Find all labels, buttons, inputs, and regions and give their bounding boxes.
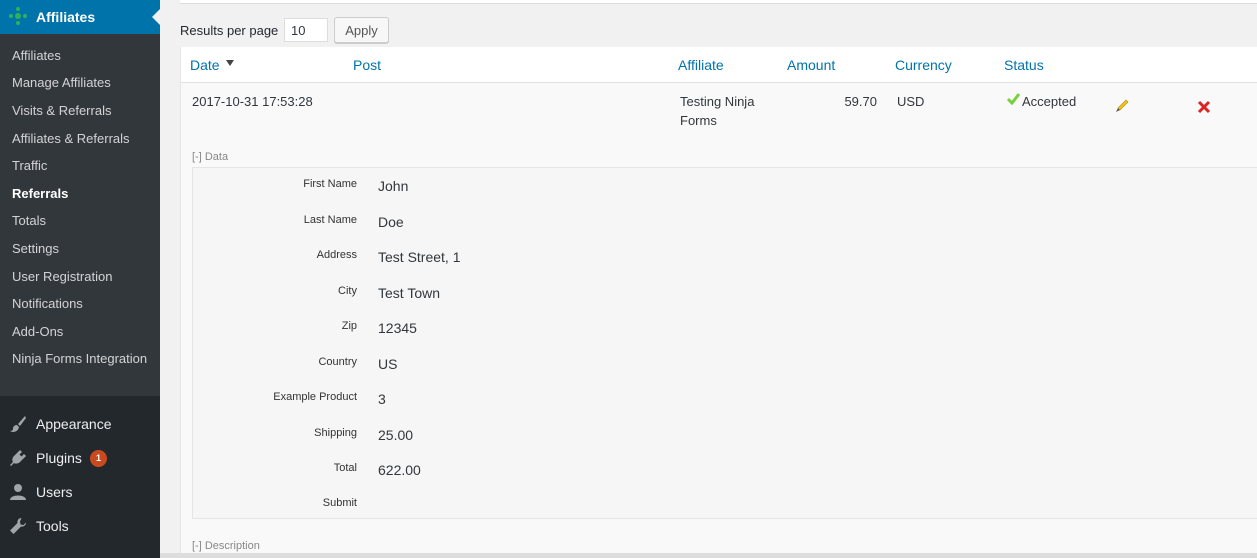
delete-icon[interactable] <box>1197 100 1211 114</box>
data-label-city: City <box>338 285 357 297</box>
sidebar-item-affiliates-header[interactable]: Affiliates <box>0 0 160 34</box>
data-value-example-product: 3 <box>378 391 386 407</box>
data-label-first-name: First Name <box>303 178 357 190</box>
active-indicator <box>152 9 160 25</box>
submenu-item-add-ons[interactable]: Add-Ons <box>12 324 152 340</box>
sidebar-item-label: Appearance <box>36 416 112 432</box>
data-value-zip: 12345 <box>378 320 417 336</box>
description-toggle-link[interactable]: [-] Description <box>192 540 260 552</box>
submenu-item-traffic[interactable]: Traffic <box>12 158 152 174</box>
cell-currency: USD <box>897 94 925 109</box>
column-header-affiliate[interactable]: Affiliate <box>678 57 724 73</box>
sidebar-item-label: Tools <box>36 518 69 534</box>
column-header-amount[interactable]: Amount <box>787 57 835 73</box>
data-value-shipping: 25.00 <box>378 427 414 443</box>
cell-affiliate: Testing Ninja Forms <box>680 94 755 128</box>
data-value-first-name: John <box>378 178 409 194</box>
data-value-total: 622.00 <box>378 462 421 478</box>
data-label-example-product: Example Product <box>273 391 357 403</box>
cell-status: Accepted <box>1022 94 1077 109</box>
user-icon <box>10 484 26 500</box>
referrals-table: Date Post Affiliate Amount Currency Stat… <box>180 47 1257 558</box>
submenu-item-totals[interactable]: Totals <box>12 213 152 229</box>
pencil-edit-icon[interactable] <box>1115 99 1129 113</box>
results-per-page-input[interactable] <box>284 18 328 42</box>
sort-desc-icon[interactable] <box>226 60 234 66</box>
submenu-item-affiliates-referrals[interactable]: Affiliates & Referrals <box>12 131 152 147</box>
data-label-submit: Submit <box>322 497 357 509</box>
sidebar-item-label: Users <box>36 484 73 500</box>
column-header-date[interactable]: Date <box>190 57 220 73</box>
sidebar-item-appearance[interactable]: Appearance <box>0 407 160 441</box>
data-label-address: Address <box>316 249 357 261</box>
cell-amount: 59.70 <box>844 94 877 109</box>
column-header-status[interactable]: Status <box>1004 57 1044 73</box>
sidebar-item-plugins[interactable]: Plugins 1 <box>0 441 160 475</box>
results-per-page-label: Results per page <box>180 23 279 38</box>
sidebar-item-users[interactable]: Users <box>0 475 160 509</box>
submenu-item-manage-affiliates[interactable]: Manage Affiliates <box>12 75 152 91</box>
sidebar-header-label: Affiliates <box>36 9 96 25</box>
column-header-post[interactable]: Post <box>353 57 381 73</box>
previous-panel-edge <box>180 0 1257 4</box>
data-label-country: Country <box>318 356 357 368</box>
sidebar-item-tools[interactable]: Tools <box>0 509 160 543</box>
submenu-item-referrals[interactable]: Referrals <box>12 186 152 202</box>
data-label-total: Total <box>333 462 357 474</box>
cell-date: 2017-10-31 17:53:28 <box>192 94 313 109</box>
data-value-city: Test Town <box>378 285 440 301</box>
data-value-address: Test Street, 1 <box>378 249 461 265</box>
affiliates-icon <box>9 7 27 25</box>
submenu-item-settings[interactable]: Settings <box>12 241 152 257</box>
checkmark-icon <box>1007 93 1020 105</box>
wrench-icon <box>10 518 26 534</box>
data-label-last-name: Last Name <box>303 214 357 226</box>
submenu-item-notifications[interactable]: Notifications <box>12 296 152 312</box>
apply-button[interactable]: Apply <box>334 17 389 43</box>
data-label-zip: Zip <box>341 320 357 332</box>
data-label-shipping: Shipping <box>314 427 357 439</box>
sidebar-item-label: Plugins <box>36 450 82 466</box>
scrollbar-track[interactable] <box>160 553 1257 558</box>
admin-sidebar: Affiliates Affiliates Manage Affiliates … <box>0 0 160 558</box>
table-header: Date Post Affiliate Amount Currency Stat… <box>181 47 1257 83</box>
submenu-item-affiliates[interactable]: Affiliates <box>12 48 152 64</box>
data-value-last-name: Doe <box>378 214 404 230</box>
paintbrush-icon <box>10 416 26 432</box>
referral-data-panel: First Name John Last Name Doe Address Te… <box>192 167 1257 519</box>
submenu-item-visits-referrals[interactable]: Visits & Referrals <box>12 103 152 119</box>
update-count-badge: 1 <box>90 450 107 467</box>
plugin-icon <box>10 450 26 466</box>
data-value-country: US <box>378 356 398 372</box>
data-toggle-link[interactable]: [-] Data <box>192 151 228 163</box>
submenu-item-ninja-forms-integration[interactable]: Ninja Forms Integration <box>12 351 152 367</box>
affiliates-submenu: Affiliates Manage Affiliates Visits & Re… <box>0 34 160 396</box>
submenu-item-user-registration[interactable]: User Registration <box>12 269 152 285</box>
column-header-currency[interactable]: Currency <box>895 57 952 73</box>
